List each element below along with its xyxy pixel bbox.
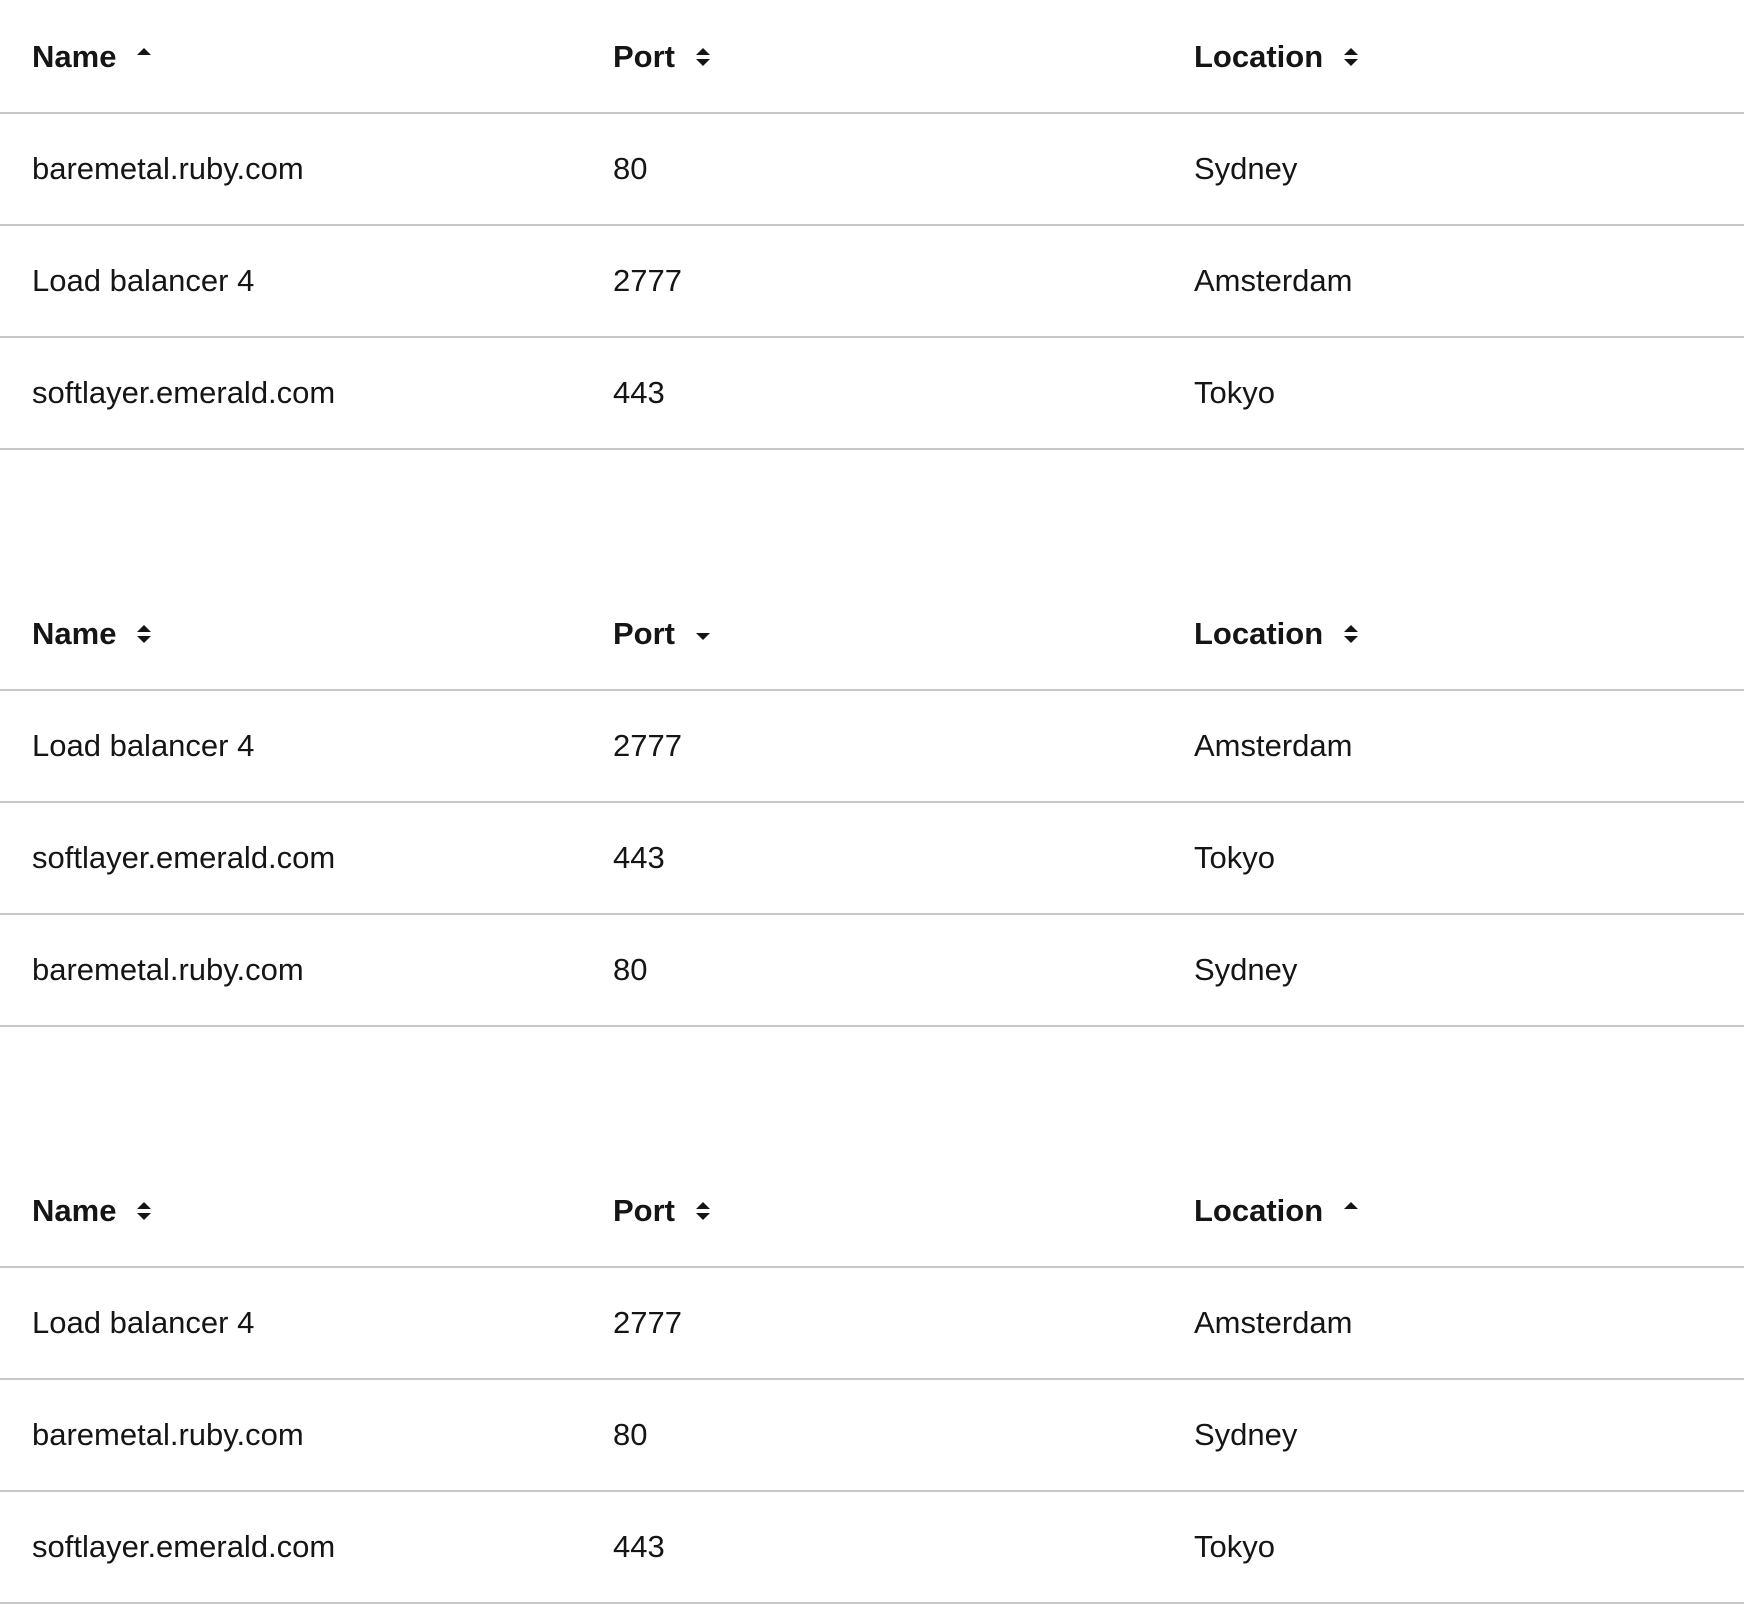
cell-port: 443	[581, 802, 1162, 915]
table-row: Load balancer 4 2777 Amsterdam	[0, 1267, 1744, 1380]
sort-asc-icon[interactable]	[134, 44, 154, 70]
cell-location: Amsterdam	[1162, 225, 1744, 338]
cell-port: 2777	[581, 690, 1162, 803]
sortable-table-3: Name Port Location Load balancer 4 2777 Am…	[0, 1155, 1744, 1604]
cell-location: Sydney	[1162, 1379, 1744, 1492]
cell-location: Sydney	[1162, 914, 1744, 1027]
cell-port: 80	[581, 113, 1162, 226]
table-row: softlayer.emerald.com 443 Tokyo	[0, 1491, 1744, 1604]
cell-name: softlayer.emerald.com	[0, 1491, 581, 1604]
cell-port: 2777	[581, 225, 1162, 338]
sort-both-icon[interactable]	[134, 621, 154, 647]
column-label: Location	[1194, 615, 1324, 651]
header-row: Name Port Location	[0, 1155, 1744, 1268]
table-row: baremetal.ruby.com 80 Sydney	[0, 914, 1744, 1027]
column-label: Location	[1194, 38, 1324, 74]
cell-name: baremetal.ruby.com	[0, 914, 581, 1027]
table-row: Load balancer 4 2777 Amsterdam	[0, 225, 1744, 338]
table-row: baremetal.ruby.com 80 Sydney	[0, 1379, 1744, 1492]
sort-asc-icon[interactable]	[1341, 1198, 1361, 1224]
cell-location: Tokyo	[1162, 1491, 1744, 1604]
column-header-location[interactable]: Location	[1162, 1155, 1744, 1268]
column-header-port[interactable]: Port	[581, 1155, 1162, 1268]
column-header-name[interactable]: Name	[0, 1, 581, 114]
column-header-port[interactable]: Port	[581, 1, 1162, 114]
header-row: Name Port Location	[0, 578, 1744, 691]
header-row: Name Port Location	[0, 1, 1744, 114]
column-label: Name	[32, 38, 117, 74]
sortable-table-2: Name Port Location Load balancer 4 2777 Am…	[0, 578, 1744, 1027]
table-row: Load balancer 4 2777 Amsterdam	[0, 690, 1744, 803]
cell-location: Tokyo	[1162, 337, 1744, 450]
cell-name: softlayer.emerald.com	[0, 802, 581, 915]
cell-name: baremetal.ruby.com	[0, 113, 581, 226]
sort-desc-icon[interactable]	[693, 621, 713, 647]
cell-location: Tokyo	[1162, 802, 1744, 915]
column-label: Name	[32, 615, 117, 651]
cell-name: baremetal.ruby.com	[0, 1379, 581, 1492]
column-label: Port	[613, 38, 675, 74]
column-header-name[interactable]: Name	[0, 578, 581, 691]
cell-port: 443	[581, 337, 1162, 450]
sort-both-icon[interactable]	[693, 44, 713, 70]
column-label: Location	[1194, 1192, 1324, 1228]
cell-location: Amsterdam	[1162, 1267, 1744, 1380]
table-row: softlayer.emerald.com 443 Tokyo	[0, 337, 1744, 450]
cell-name: Load balancer 4	[0, 1267, 581, 1380]
cell-port: 80	[581, 914, 1162, 1027]
column-header-port[interactable]: Port	[581, 578, 1162, 691]
column-label: Port	[613, 615, 675, 651]
cell-port: 443	[581, 1491, 1162, 1604]
cell-name: softlayer.emerald.com	[0, 337, 581, 450]
table-row: baremetal.ruby.com 80 Sydney	[0, 113, 1744, 226]
cell-location: Sydney	[1162, 113, 1744, 226]
column-label: Name	[32, 1192, 117, 1228]
column-label: Port	[613, 1192, 675, 1228]
cell-port: 80	[581, 1379, 1162, 1492]
sort-both-icon[interactable]	[134, 1198, 154, 1224]
cell-name: Load balancer 4	[0, 225, 581, 338]
sortable-table-1: Name Port Location baremetal.ruby.com 80 S…	[0, 1, 1744, 450]
column-header-location[interactable]: Location	[1162, 1, 1744, 114]
cell-port: 2777	[581, 1267, 1162, 1380]
cell-location: Amsterdam	[1162, 690, 1744, 803]
column-header-location[interactable]: Location	[1162, 578, 1744, 691]
column-header-name[interactable]: Name	[0, 1155, 581, 1268]
cell-name: Load balancer 4	[0, 690, 581, 803]
table-row: softlayer.emerald.com 443 Tokyo	[0, 802, 1744, 915]
sort-both-icon[interactable]	[1341, 44, 1361, 70]
sort-both-icon[interactable]	[693, 1198, 713, 1224]
sort-both-icon[interactable]	[1341, 621, 1361, 647]
